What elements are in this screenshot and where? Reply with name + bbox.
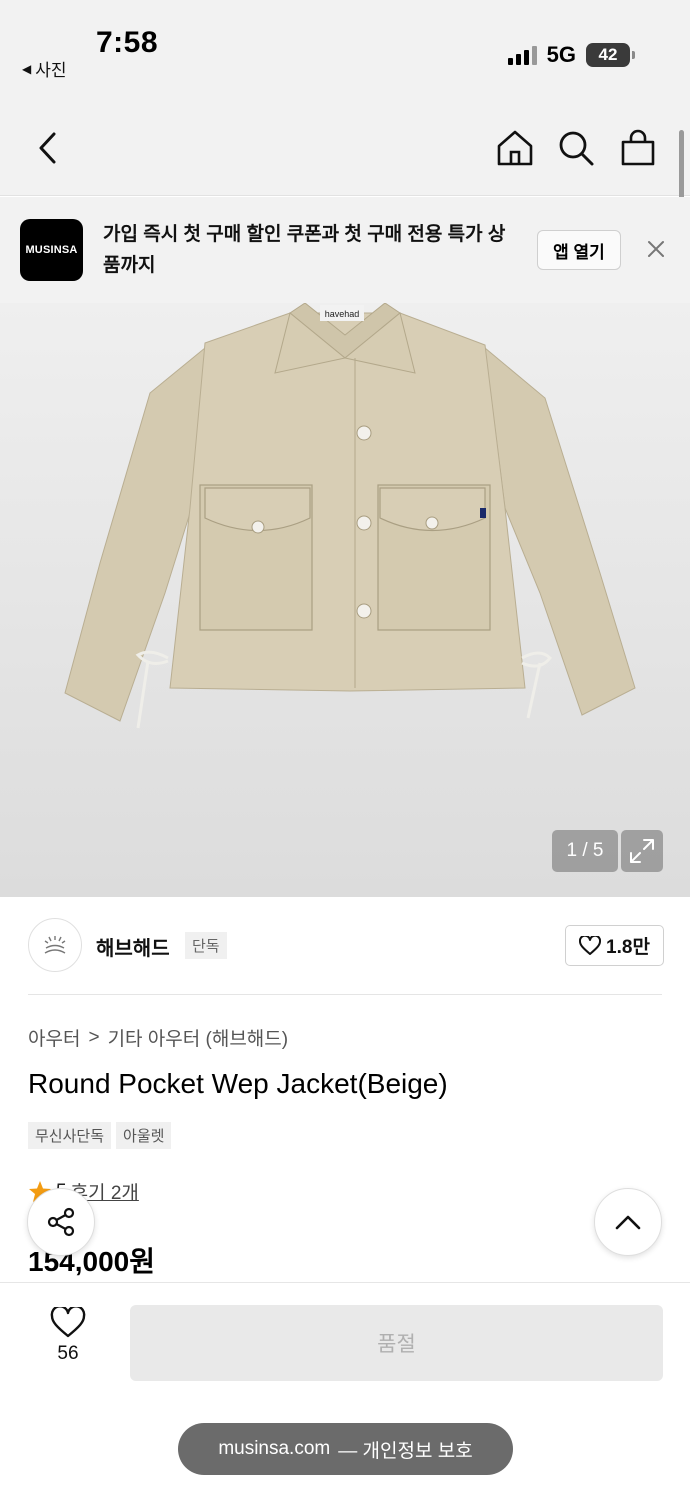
status-bar: 7:58 ◀ 사진 5G 42 xyxy=(0,0,690,100)
home-icon[interactable] xyxy=(495,128,535,168)
status-indicators: 5G 42 xyxy=(507,42,635,68)
top-nav xyxy=(0,100,690,196)
divider xyxy=(28,994,662,995)
jacket-image: havehad xyxy=(64,303,636,729)
banner-text: 가입 즉시 첫 구매 할인 쿠폰과 첫 구매 전용 특가 상품까지 xyxy=(103,224,506,276)
heart-icon xyxy=(50,1307,86,1338)
brand-logo-icon xyxy=(44,936,66,954)
wish-count: 56 xyxy=(57,1343,79,1364)
wish-button[interactable]: 56 xyxy=(38,1307,98,1365)
product-tags: 무신사단독 아울렛 xyxy=(28,1122,172,1149)
status-time: 7:58 xyxy=(96,26,159,59)
signal-icon xyxy=(507,45,537,65)
breadcrumb-subcategory[interactable]: 기타 아우터 (해브해드) xyxy=(108,1024,289,1051)
brand-like-count: 1.8만 xyxy=(606,937,650,958)
network-label: 5G xyxy=(546,42,576,67)
back-app-label: 사진 xyxy=(35,61,67,80)
chevron-up-icon xyxy=(615,1215,641,1230)
heart-icon xyxy=(579,935,602,955)
expand-icon[interactable] xyxy=(621,830,663,872)
open-app-button[interactable]: 앱 열기 xyxy=(537,230,621,270)
back-triangle-icon: ◀ xyxy=(22,61,32,76)
brand-row: 해브해드 단독 1.8만 xyxy=(28,918,664,974)
share-icon xyxy=(47,1207,75,1237)
image-counter: 1 / 5 xyxy=(552,830,618,872)
back-to-app[interactable]: ◀ 사진 xyxy=(22,56,67,81)
search-icon[interactable] xyxy=(556,128,596,168)
musinsa-logo: MUSINSA xyxy=(20,219,83,281)
breadcrumb-separator-icon: > xyxy=(88,1026,100,1048)
product-tag: 무신사단독 xyxy=(28,1122,112,1149)
brand-like-button[interactable]: 1.8만 xyxy=(565,925,664,966)
brand-avatar[interactable] xyxy=(28,918,82,972)
breadcrumb: 아우터 > 기타 아우터 (해브해드) xyxy=(28,1024,288,1051)
share-button[interactable] xyxy=(27,1188,95,1256)
product-title: Round Pocket Wep Jacket(Beige) xyxy=(28,1068,448,1099)
breadcrumb-category[interactable]: 아우터 xyxy=(28,1024,80,1051)
url-bar[interactable]: musinsa.com — 개인정보 보호 xyxy=(178,1423,513,1475)
product-image-gallery[interactable]: havehad 1 / 5 xyxy=(0,303,690,897)
scroll-top-button[interactable] xyxy=(594,1188,662,1256)
exclusive-tag: 단독 xyxy=(185,932,227,959)
brand-name[interactable]: 해브해드 xyxy=(96,932,170,961)
url-privacy: — 개인정보 보호 xyxy=(338,1440,473,1462)
back-icon[interactable] xyxy=(28,128,68,168)
cart-icon[interactable] xyxy=(618,128,658,168)
url-domain: musinsa.com xyxy=(218,1438,331,1459)
battery-level: 42 xyxy=(598,45,618,64)
soldout-button[interactable]: 품절 xyxy=(130,1305,663,1381)
app-install-banner: MUSINSA 가입 즉시 첫 구매 할인 쿠폰과 첫 구매 전용 특가 상품까… xyxy=(0,197,690,303)
close-icon[interactable] xyxy=(644,237,668,261)
bottom-action-bar: 56 품절 musinsa.com — 개인정보 보호 xyxy=(0,1282,690,1500)
battery-icon: 42 xyxy=(586,43,635,67)
label-tag: havehad xyxy=(325,309,360,319)
product-tag: 아울렛 xyxy=(116,1122,172,1149)
